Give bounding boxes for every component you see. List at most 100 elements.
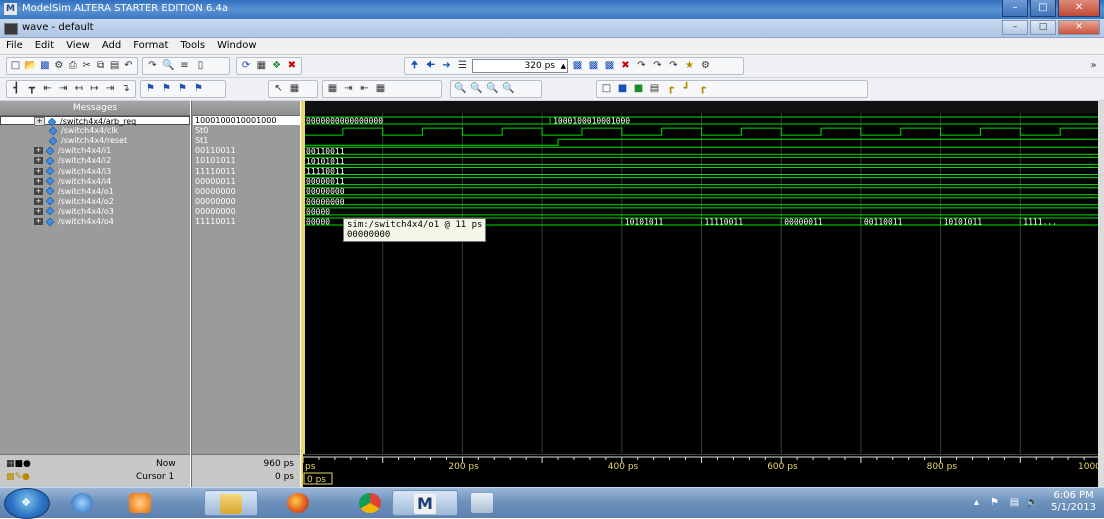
collapse-icon[interactable]: ⇤ [358, 83, 371, 95]
signal-row[interactable]: + /switch4x4/o3 [0, 207, 190, 216]
restart-icon[interactable]: ⟳ [240, 60, 252, 72]
redo-icon[interactable]: ↷ [146, 60, 159, 72]
wave-fall-icon[interactable]: ┛ [680, 83, 693, 95]
wave-minimize-button[interactable]: – [1002, 20, 1028, 35]
signal-row[interactable]: + /switch4x4/i3 [0, 167, 190, 176]
wave-pane[interactable]: 0000000000000000 1000100010001000 00110011… [301, 101, 1100, 487]
find-falling-icon[interactable]: ↴ [119, 83, 132, 95]
delete-cursor-icon[interactable]: ┳ [26, 83, 39, 95]
expand-icon[interactable]: + [34, 167, 43, 175]
overflow-icon[interactable]: » [1087, 60, 1100, 72]
find-icon[interactable]: 🔍 [162, 60, 175, 72]
signal-row[interactable]: /switch4x4/clk [0, 126, 190, 135]
signal-row[interactable]: + /switch4x4/i4 [0, 177, 190, 186]
insert-cursor-icon[interactable]: ┫ [10, 83, 23, 95]
waveform-canvas[interactable]: 0000000000000000 100010001000100000110011… [303, 101, 1100, 454]
new-file-icon[interactable]: □ [10, 60, 21, 72]
flag-icon[interactable]: ⚑ [988, 497, 1001, 509]
dataflow-icon[interactable]: ❖ [271, 60, 283, 72]
wave-close-button[interactable]: ✕ [1058, 20, 1100, 35]
arrow-up-icon[interactable]: 🠉 [408, 60, 421, 72]
wave-rise-icon[interactable]: ┏ [664, 83, 677, 95]
expand-icon[interactable]: + [34, 177, 43, 185]
bookmark-next-icon[interactable]: ⚑ [176, 83, 189, 95]
network-icon[interactable]: ▤ [1008, 497, 1021, 509]
bookmark-delete-icon[interactable]: ⚑ [192, 83, 205, 95]
clipboard-icon[interactable]: ▯ [194, 60, 207, 72]
maximize-button[interactable]: □ [1030, 0, 1056, 17]
zoom-out-icon[interactable]: 🔍 [470, 83, 483, 95]
vertical-scrollbar[interactable] [1098, 101, 1104, 487]
wave-analog-icon[interactable]: ▤ [648, 83, 661, 95]
next-transition-icon[interactable]: ↦ [88, 83, 101, 95]
wave-restore-button[interactable]: □ [1030, 20, 1056, 35]
menu-format[interactable]: Format [127, 38, 174, 54]
expand-icon[interactable]: + [34, 117, 45, 126]
memory-icon[interactable]: ▦ [255, 60, 267, 72]
cut-icon[interactable]: ✂ [81, 60, 92, 72]
align-icon[interactable]: ≡ [178, 60, 191, 72]
zoom-in-icon[interactable]: 🔍 [454, 83, 467, 95]
step-over-icon[interactable]: ↷ [651, 60, 664, 72]
taskbar-chrome[interactable] [344, 490, 398, 516]
run-icon[interactable]: ▩ [571, 60, 584, 72]
signal-row[interactable]: + /switch4x4/o1 [0, 187, 190, 196]
step-out-icon[interactable]: ↷ [667, 60, 680, 72]
wave-logic-icon[interactable]: ■ [616, 83, 629, 95]
taskbar-modelsim[interactable]: M [392, 490, 458, 516]
menu-window[interactable]: Window [211, 38, 262, 54]
signal-row[interactable]: + /switch4x4/o4 [0, 217, 190, 226]
prev-edge-icon[interactable]: ⇤ [41, 83, 54, 95]
grid-icon[interactable]: ▦ [374, 83, 387, 95]
timeline-ruler[interactable]: ps 200 ps 400 ps 600 ps 800 ps 1000 0 ps [303, 455, 1100, 487]
select-pointer-icon[interactable]: ↖ [272, 83, 285, 95]
bookmark-prev-icon[interactable]: ⚑ [160, 83, 173, 95]
menu-file[interactable]: File [0, 38, 29, 54]
taskbar-ie[interactable] [56, 490, 110, 516]
menu-view[interactable]: View [60, 38, 96, 54]
volume-icon[interactable]: 🔈 [1026, 497, 1039, 509]
zoom-full-icon[interactable]: 🔍 [486, 83, 499, 95]
signal-row[interactable]: + /switch4x4/o2 [0, 197, 190, 206]
arrow-left-icon[interactable]: 🠈 [424, 60, 437, 72]
signal-row[interactable]: + /switch4x4/arb_req [0, 116, 190, 126]
expand-icon[interactable]: + [34, 147, 43, 155]
expand-icon[interactable]: + [34, 157, 43, 165]
profile-icon[interactable]: ★ [683, 60, 696, 72]
expand-icon[interactable]: + [34, 187, 43, 195]
cursor-icons[interactable]: ▩✎● [6, 472, 30, 482]
find-edge-icon[interactable]: ⇥ [104, 83, 117, 95]
expand-icon[interactable]: + [34, 207, 43, 215]
settings-icon[interactable]: ⚙ [699, 60, 712, 72]
next-edge-icon[interactable]: ⇥ [57, 83, 70, 95]
break-icon[interactable]: ✖ [286, 60, 298, 72]
arrow-right-icon[interactable]: ➜ [440, 60, 453, 72]
step-icon[interactable]: ↷ [635, 60, 648, 72]
split-icon[interactable]: ▦ [326, 83, 339, 95]
paste-icon[interactable]: ▤ [109, 60, 120, 72]
close-button[interactable]: ✕ [1058, 0, 1100, 17]
expand-icon[interactable]: ⇥ [342, 83, 355, 95]
signal-row[interactable]: /switch4x4/reset [0, 136, 190, 145]
signal-row[interactable]: + /switch4x4/i2 [0, 156, 190, 165]
print-icon[interactable]: ⎙ [67, 60, 78, 72]
taskbar-media[interactable] [114, 490, 168, 516]
continue-icon[interactable]: ▩ [587, 60, 600, 72]
zoom-cursor-icon[interactable]: 🔍 [502, 83, 515, 95]
signal-row[interactable]: + /switch4x4/i1 [0, 146, 190, 155]
menu-edit[interactable]: Edit [29, 38, 60, 54]
bookmark-add-icon[interactable]: ⚑ [144, 83, 157, 95]
clock[interactable]: 6:06 PM 5/1/2013 [1051, 490, 1096, 514]
stop-icon[interactable]: ✖ [619, 60, 632, 72]
zoom-mode-icon[interactable]: ▦ [288, 83, 301, 95]
wave-event-icon[interactable]: ■ [632, 83, 645, 95]
menu-tools[interactable]: Tools [174, 38, 211, 54]
taskbar-explorer[interactable] [204, 490, 258, 516]
open-folder-icon[interactable]: 📂 [24, 60, 36, 72]
run-all-icon[interactable]: ▩ [603, 60, 616, 72]
prev-transition-icon[interactable]: ↤ [73, 83, 86, 95]
compile-icon[interactable]: ⚙ [53, 60, 64, 72]
wave-step-icon[interactable]: ┏ [696, 83, 709, 95]
undo-icon[interactable]: ↶ [123, 60, 134, 72]
expand-icon[interactable]: + [34, 197, 43, 205]
